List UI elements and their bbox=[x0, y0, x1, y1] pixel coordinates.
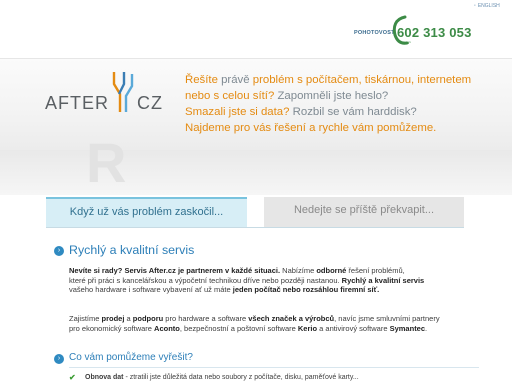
partners-bold: prodej bbox=[101, 314, 125, 323]
logo-mark-icon bbox=[112, 72, 134, 112]
help-title: Co vám pomůžeme vyřešit? bbox=[69, 352, 193, 363]
partners-text: Zajistíme bbox=[69, 314, 102, 323]
tab-prevention[interactable]: Nedejte se příště překvapit... bbox=[264, 197, 464, 227]
intro-text: které při práci s kancelářskou a výpočet… bbox=[69, 275, 342, 285]
tagline-phrase: Rozbil se vám harddisk? bbox=[289, 106, 417, 118]
partners-bold: všech značek a výrobců bbox=[248, 314, 335, 323]
check-icon: ✔ bbox=[69, 373, 76, 382]
intro-paragraph: Nevíte si rady? Servis After.cz je partn… bbox=[69, 266, 479, 295]
decorative-letter: R bbox=[86, 131, 127, 194]
partners-bold: podporu bbox=[132, 314, 164, 323]
emergency-label: POHOTOVOST bbox=[354, 30, 395, 36]
tagline-phrase: Zapomněli jste heslo? bbox=[274, 90, 389, 102]
site-logo[interactable]: AFTER CZ bbox=[45, 70, 170, 114]
decorative-band bbox=[0, 150, 512, 195]
partners-bold: Symantec bbox=[389, 323, 426, 333]
partners-bold: Kerio bbox=[297, 323, 318, 333]
intro-bold: jeden počítač nebo rozsáhlou firemní síť… bbox=[232, 285, 380, 294]
logo-text-after: AFTER bbox=[45, 93, 110, 113]
intro-text: vašeho hardware i software vybavení ať u… bbox=[69, 285, 233, 294]
help-list-item[interactable]: Obnova dat - ztratili jste důležitá data… bbox=[85, 374, 359, 381]
section-arrow-icon: › bbox=[54, 246, 64, 256]
partners-text: , navíc jsme smluvními partnery bbox=[334, 314, 440, 323]
help-item-bold: Obnova dat bbox=[85, 374, 124, 381]
partners-text: , bezpečnostní a poštovní software bbox=[179, 323, 298, 333]
intro-bold: odborné bbox=[316, 266, 347, 275]
tagline-word: Řešíte bbox=[185, 74, 218, 86]
intro-bold: Rychlý a kvalitní servis bbox=[341, 275, 425, 285]
tab-divider bbox=[46, 227, 464, 228]
tagline-phrase: nebo s celou sítí? bbox=[185, 90, 275, 102]
language-link-english[interactable]: ENGLISH bbox=[474, 3, 500, 9]
help-item-text: - ztratili jste důležitá data nebo soubo… bbox=[123, 374, 359, 381]
phone-note: STOP bbox=[400, 40, 411, 45]
tab-problem-occurred[interactable]: Když už vás problém zaskočil... bbox=[46, 197, 247, 227]
partners-text: a bbox=[124, 314, 133, 323]
intro-bold: Nevíte si rady? Servis After.cz je partn… bbox=[69, 266, 281, 275]
tagline-line-1: Řešíte právě problém s počítačem, tiskár… bbox=[185, 72, 485, 88]
tagline-line-3: Smazali jste si data? Rozbil se vám hard… bbox=[185, 104, 485, 120]
top-bar: ENGLISH POHOTOVOST 602 313 053 STOP bbox=[0, 0, 512, 58]
intro-text: Nabízíme bbox=[280, 266, 317, 275]
tagline-line-2: nebo s celou sítí? Zapomněli jste heslo? bbox=[185, 88, 485, 104]
tagline-phrase: Smazali jste si data? bbox=[185, 106, 290, 118]
partners-text: . bbox=[425, 323, 428, 333]
section-title: Rychlý a kvalitní servis bbox=[69, 243, 195, 257]
phone-number[interactable]: 602 313 053 bbox=[397, 25, 472, 40]
tagline-line-4: Najdeme pro vás řešení a rychle vám pomů… bbox=[185, 120, 485, 136]
partners-text: pro hardware a software bbox=[163, 314, 249, 323]
tagline-phrase: problém s počítačem, tiskárnou, internet… bbox=[252, 74, 472, 86]
partners-text: a antivirový software bbox=[317, 323, 390, 333]
intro-text: řešení problémů, bbox=[346, 266, 405, 275]
partners-paragraph: Zajistíme prodej a podporu pro hardware … bbox=[69, 314, 479, 333]
help-arrow-icon: › bbox=[54, 354, 64, 364]
partners-bold: Aconto bbox=[154, 323, 180, 333]
tagline-word: právě bbox=[217, 74, 253, 86]
hero-tagline: Řešíte právě problém s počítačem, tiskár… bbox=[185, 72, 485, 136]
logo-text-cz: CZ bbox=[137, 93, 163, 113]
tagline-phrase: Najdeme pro vás řešení a rychle vám pomů… bbox=[185, 122, 437, 134]
partners-text: pro ekonomický software bbox=[69, 323, 155, 333]
help-divider bbox=[69, 367, 479, 368]
